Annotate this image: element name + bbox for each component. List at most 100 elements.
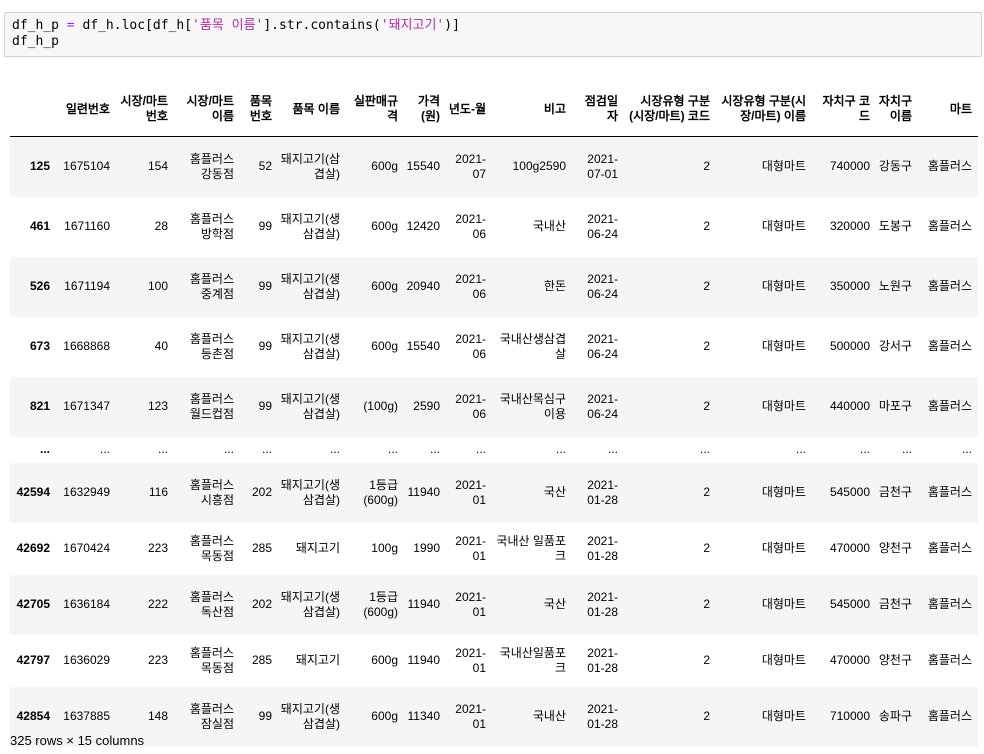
table-cell: 2021-06	[455, 271, 486, 301]
table-cell: 2021-06	[455, 211, 486, 241]
column-header: 품목 이름	[278, 82, 346, 137]
row-index: 42594	[16, 485, 50, 499]
table-cell: 1990	[413, 541, 440, 555]
table-cell: 돼지고기(생삼겹살)	[280, 391, 340, 421]
table-cell: 2	[703, 159, 710, 174]
table-cell: 2	[703, 399, 710, 413]
dataframe-table: 일련번호 시장/마트 번호 시장/마트 이름 품목 번호 품목 이름 실판매규격 가격(원)…	[10, 82, 978, 747]
table-row: 42854 1637885 148 홈플러스 잠실점 99 돼지고기(생삼겹살) 600g 1…	[10, 686, 978, 747]
table-cell: 1등급(600g)	[363, 589, 398, 619]
table-cell: 대형마트	[761, 339, 806, 353]
table-cell: 99	[258, 219, 272, 233]
table-cell: 11340	[407, 709, 440, 723]
dataframe-output: 일련번호 시장/마트 번호 시장/마트 이름 품목 번호 품목 이름 실판매규격 가격(원)…	[10, 82, 978, 747]
table-cell: 1668868	[63, 339, 110, 353]
table-cell: 홈플러스 중계점	[189, 271, 234, 301]
table-cell: 2021-07	[455, 151, 486, 181]
column-header: 마트	[918, 82, 978, 137]
column-header: 시장/마트 번호	[116, 82, 174, 137]
table-cell: ...	[475, 442, 486, 456]
table-cell: 500000	[829, 339, 870, 353]
table-cell: ...	[555, 442, 566, 456]
table-cell: 국산	[543, 485, 566, 499]
table-cell: 홈플러스 시흥점	[189, 477, 234, 507]
table-cell: 돼지고기(생삼겹살)	[280, 331, 340, 361]
table-cell: ...	[607, 442, 618, 456]
table-cell: ...	[387, 442, 398, 456]
row-index: 42692	[16, 541, 50, 555]
code-string-column: '품목 이름'	[192, 18, 264, 33]
table-cell: 홈플러스 목동점	[189, 645, 234, 675]
table-cell: 대형마트	[761, 219, 806, 233]
table-cell: (100g)	[363, 399, 398, 413]
header-row: 일련번호 시장/마트 번호 시장/마트 이름 품목 번호 품목 이름 실판매규격 가격(원)…	[10, 82, 978, 137]
table-cell: 양천구	[878, 541, 912, 555]
table-cell: 545000	[829, 485, 870, 499]
table-cell: 돼지고기	[295, 541, 340, 555]
code-cell-input[interactable]: df_h_p = df_h.loc[df_h['품목 이름'].str.cont…	[4, 12, 982, 57]
table-row: 42594 1632949 116 홈플러스 시흥점 202 돼지고기(생삼겹살) 1등급(…	[10, 462, 978, 523]
table-cell: 돼지고기	[295, 653, 340, 667]
table-cell: 금천구	[878, 597, 912, 611]
table-cell: 600g	[371, 339, 398, 353]
table-cell: 국내산	[532, 709, 566, 723]
table-cell: 대형마트	[761, 541, 806, 555]
table-cell: 470000	[829, 541, 870, 555]
table-cell: 2	[703, 541, 710, 555]
table-cell: 2021-01-28	[587, 589, 618, 619]
table-cell: 2	[703, 339, 710, 353]
table-cell: 홈플러스 강동점	[189, 151, 234, 181]
table-cell: 국산	[543, 597, 566, 611]
column-header: 일련번호	[56, 82, 116, 137]
table-cell: 600g	[371, 279, 398, 293]
table-cell: 노원구	[878, 279, 912, 293]
column-header: 품목 번호	[240, 82, 278, 137]
table-cell: 2021-07-01	[587, 151, 618, 181]
table-row: 821 1671347 123 홈플러스 월드컵점 99 돼지고기(생삼겹살) (100g)…	[10, 376, 978, 437]
table-cell: 홈플러스	[927, 159, 972, 174]
table-cell: 1등급(600g)	[363, 477, 398, 507]
table-row: 125 1675104 154 홈플러스 강동점 52 돼지고기(삼겹살) 600g 1554…	[10, 136, 978, 197]
table-cell: 2021-01	[455, 589, 486, 619]
table-cell: 2	[703, 709, 710, 723]
table-cell: 돼지고기(생삼겹살)	[280, 211, 340, 241]
table-cell: 116	[148, 485, 168, 499]
table-cell: 홈플러스 방학점	[189, 211, 234, 241]
table-cell: 52	[258, 159, 272, 174]
table-cell: 350000	[829, 279, 870, 293]
table-cell: 12420	[406, 219, 440, 233]
table-cell: ...	[157, 442, 168, 456]
table-cell: 1671160	[64, 219, 110, 233]
column-header: 비고	[492, 82, 572, 137]
column-header: 자치구 코드	[812, 82, 876, 137]
table-cell: 740000	[829, 159, 870, 174]
table-cell: ...	[901, 442, 912, 456]
table-cell: 홈플러스	[927, 597, 972, 611]
table-cell: 154	[147, 159, 168, 174]
table-cell: 도봉구	[878, 219, 912, 233]
column-header: 년도-월	[446, 82, 492, 137]
column-header: 점검일자	[572, 82, 624, 137]
column-header: 자치구 이름	[876, 82, 918, 137]
table-cell: 홈플러스	[927, 219, 972, 233]
table-cell: 223	[147, 653, 168, 667]
table-cell: 1632949	[63, 485, 110, 499]
table-cell: ...	[223, 442, 234, 456]
table-cell: 국내산일품포크	[499, 645, 566, 675]
table-cell: 2021-06-24	[587, 211, 618, 241]
table-cell: 2	[703, 653, 710, 667]
table-cell: 99	[258, 399, 272, 413]
table-cell: 100g	[371, 541, 398, 555]
table-cell: 545000	[829, 597, 870, 611]
table-cell: 222	[147, 597, 168, 611]
table-row: 526 1671194 100 홈플러스 중계점 99 돼지고기(생삼겹살) 600g 209…	[10, 256, 978, 317]
row-index: 821	[29, 399, 50, 413]
dataframe-shape-footer: 325 rows × 15 columns	[10, 733, 145, 748]
table-cell: 홈플러스 잠실점	[189, 701, 234, 731]
table-cell: 600g	[371, 709, 398, 723]
table-cell: 금천구	[878, 485, 912, 499]
column-header: 시장유형 구분(시장/마트) 코드	[624, 82, 716, 137]
table-cell: 대형마트	[761, 597, 806, 611]
table-cell: 202	[251, 597, 272, 611]
table-cell: 2	[703, 597, 710, 611]
